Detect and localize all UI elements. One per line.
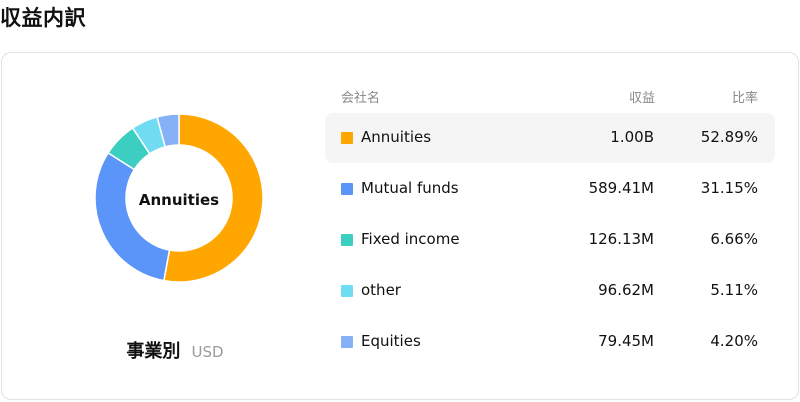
currency-label: USD: [191, 343, 224, 361]
segment-title: 事業別: [126, 341, 181, 362]
legend-swatch: [341, 285, 353, 297]
table-row-annuities[interactable]: Annuities 1.00B 52.89%: [325, 113, 775, 163]
row-revenue: 589.41M: [588, 179, 654, 197]
donut-center-label: Annuities: [138, 191, 220, 209]
legend-swatch: [341, 336, 353, 348]
legend-swatch: [341, 132, 353, 144]
table-row-equities[interactable]: Equities 79.45M 4.20%: [325, 317, 775, 367]
segment-caption: 事業別 USD: [0, 337, 350, 363]
row-name: other: [361, 281, 401, 299]
header-ratio: 比率: [731, 91, 758, 106]
table-row-mutual-funds[interactable]: Mutual funds 589.41M 31.15%: [325, 164, 775, 214]
row-ratio: 6.66%: [710, 230, 758, 248]
row-revenue: 1.00B: [610, 128, 654, 146]
header-company-name: 会社名: [341, 91, 381, 106]
legend-swatch: [341, 234, 353, 246]
row-ratio: 52.89%: [700, 128, 758, 146]
row-revenue: 126.13M: [588, 230, 654, 248]
legend-swatch: [341, 183, 353, 195]
header-revenue: 収益: [628, 91, 655, 106]
row-revenue: 96.62M: [598, 281, 654, 299]
row-name: Annuities: [361, 128, 432, 146]
row-name: Equities: [361, 332, 421, 350]
table-row-other[interactable]: other 96.62M 5.11%: [325, 266, 775, 316]
row-revenue: 79.45M: [598, 332, 654, 350]
row-ratio: 5.11%: [710, 281, 758, 299]
row-ratio: 31.15%: [700, 179, 758, 197]
table-row-fixed-income[interactable]: Fixed income 126.13M 6.66%: [325, 215, 775, 265]
page-title: 収益内訳: [0, 6, 86, 30]
donut-slice-mutual-funds[interactable]: [94, 151, 171, 282]
table-header: 会社名 収益 比率: [0, 87, 800, 106]
row-name: Fixed income: [361, 230, 460, 248]
row-ratio: 4.20%: [710, 332, 758, 350]
row-name: Mutual funds: [361, 179, 459, 197]
